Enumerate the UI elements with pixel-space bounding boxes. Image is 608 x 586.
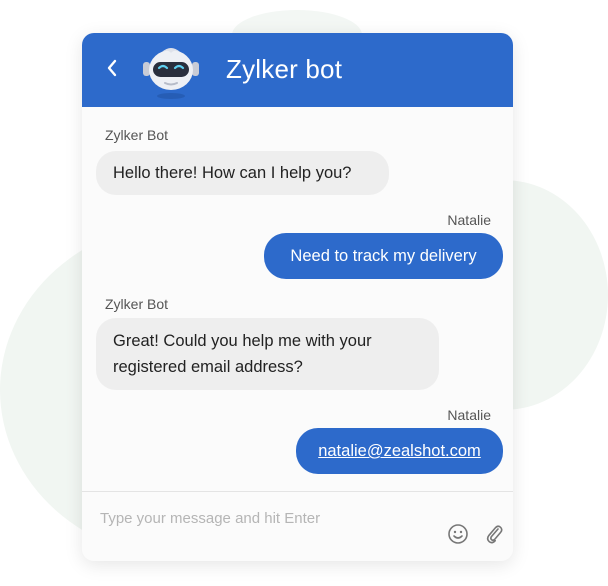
- message-input[interactable]: [98, 506, 402, 530]
- user-message-bubble: natalie@zealshot.com: [296, 428, 503, 474]
- message-composer: [82, 491, 513, 561]
- back-button[interactable]: [98, 54, 126, 82]
- message-text-line: Great! Could you help me with your: [113, 332, 372, 350]
- emoji-button[interactable]: [446, 522, 470, 546]
- message-sender: Natalie: [447, 407, 491, 423]
- bot-message-bubble: Great! Could you help me with your regis…: [96, 318, 439, 390]
- attach-button[interactable]: [482, 522, 506, 546]
- chat-window: Zylker bot Zylker Bot Hello there! How c…: [82, 33, 513, 561]
- message-sender: Natalie: [447, 212, 491, 228]
- chevron-left-icon: [107, 59, 117, 77]
- paperclip-icon: [486, 525, 503, 544]
- robot-avatar-icon: [143, 48, 199, 99]
- emoji-icon: [448, 524, 468, 544]
- bot-message-bubble: Hello there! How can I help you?: [96, 151, 389, 195]
- message-list: Zylker Bot Hello there! How can I help y…: [82, 107, 513, 491]
- message-text-line: registered email address?: [113, 358, 303, 376]
- chat-header: Zylker bot: [82, 33, 513, 107]
- message-text: Need to track my delivery: [290, 247, 477, 265]
- user-message-bubble: Need to track my delivery: [264, 233, 503, 279]
- message-text: Hello there! How can I help you?: [113, 164, 352, 182]
- message-sender: Zylker Bot: [105, 296, 169, 312]
- email-link[interactable]: natalie@zealshot.com: [318, 442, 481, 460]
- bot-name-title: Zylker bot: [226, 54, 343, 84]
- message-sender: Zylker Bot: [105, 127, 169, 143]
